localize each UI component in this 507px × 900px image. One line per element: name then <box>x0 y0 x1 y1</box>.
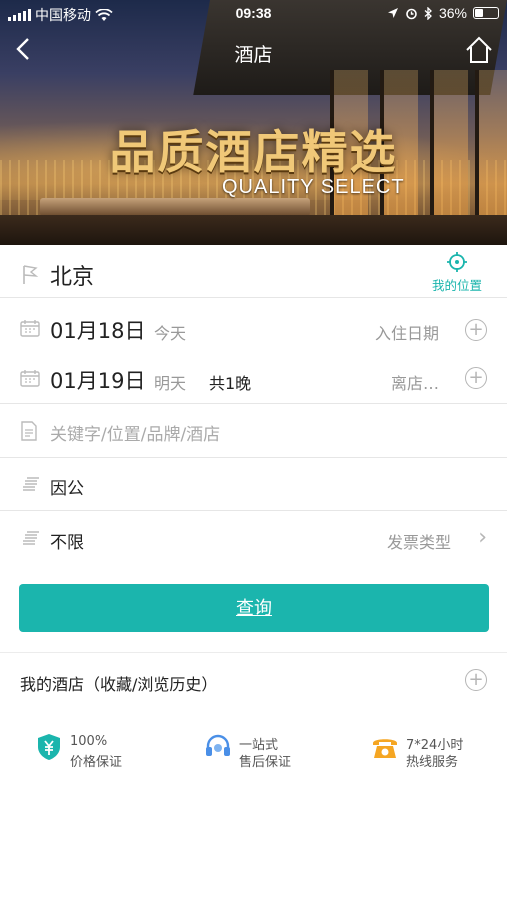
checkin-plus-icon[interactable]: + <box>465 319 487 341</box>
invoice-row[interactable]: 不限 发票类型 › <box>0 511 507 565</box>
checkin-date[interactable]: 01月18日 <box>50 315 145 345</box>
checkout-row[interactable]: 01月19日 明天 共1晚 离店… + <box>0 352 507 402</box>
chevron-right-icon[interactable]: › <box>478 525 487 550</box>
banner-headline: 品质酒店精选 <box>109 125 398 179</box>
nights-count: 共1晚 <box>209 374 252 393</box>
bluetooth-icon <box>424 6 432 20</box>
city-row[interactable]: 北京 我的位置 <box>0 245 507 298</box>
flag-icon <box>23 265 39 284</box>
invoice-label: 发票类型 <box>386 533 451 552</box>
alarm-icon <box>406 8 417 19</box>
status-bar: 中国移动 09:38 36% <box>0 0 507 28</box>
invoice-value[interactable]: 不限 <box>50 528 84 553</box>
my-hotels-plus-icon[interactable]: + <box>465 669 487 691</box>
page-title: 酒店 <box>234 44 273 66</box>
banner-subline: QUALITY SELECT <box>222 176 405 198</box>
checkout-date[interactable]: 01月19日 <box>50 365 145 395</box>
checkin-label: 入住日期 <box>374 324 439 343</box>
headset-icon <box>206 734 230 756</box>
home-icon[interactable] <box>461 32 497 68</box>
keyword-row[interactable]: 关键字/位置/品牌/酒店 <box>0 404 507 458</box>
status-right: 36% <box>387 5 499 21</box>
my-location-button[interactable]: 我的位置 <box>429 251 485 294</box>
coins-icon <box>23 477 39 491</box>
battery-percent: 36% <box>438 5 467 21</box>
checkout-label: 离店… <box>390 374 439 393</box>
search-button[interactable]: 查询 <box>19 584 489 632</box>
feature-line2: 热线服务 <box>406 755 459 770</box>
battery-icon <box>473 7 499 19</box>
my-hotels-row[interactable]: 我的酒店（收藏/浏览历史） + <box>0 653 507 707</box>
travel-purpose-row[interactable]: 因公 <box>0 458 507 511</box>
travel-purpose-value[interactable]: 因公 <box>50 474 84 499</box>
checkin-relative: 今天 <box>154 324 187 343</box>
crosshair-icon <box>447 252 467 272</box>
checkout-plus-icon[interactable]: + <box>465 367 487 389</box>
feature-line1: 100% <box>70 734 108 749</box>
feature-strip: 100% 价格保证 一站式 售后保证 7*24小时 热线服务 <box>0 720 507 780</box>
feature-line2: 价格保证 <box>70 755 123 770</box>
city-name[interactable]: 北京 <box>50 259 94 291</box>
nav-bar: 酒店 <box>0 30 507 74</box>
keyword-input[interactable]: 关键字/位置/品牌/酒店 <box>50 420 220 445</box>
location-arrow-icon <box>387 8 398 18</box>
hero-banner: 品质酒店精选 QUALITY SELECT 中国移动 09:38 36% 酒店 <box>0 0 507 245</box>
banner-table <box>40 198 310 216</box>
price-shield-icon <box>38 734 60 760</box>
date-section: 01月18日 今天 入住日期 + 01月19日 明天 共1晚 离店… + <box>0 298 507 404</box>
banner-floor <box>0 215 507 245</box>
checkin-row[interactable]: 01月18日 今天 入住日期 + <box>0 302 507 352</box>
feature-line2: 售后保证 <box>239 755 292 770</box>
calendar-icon <box>20 370 40 387</box>
document-icon <box>21 421 37 441</box>
my-location-label: 我的位置 <box>431 278 482 293</box>
telephone-icon <box>373 739 397 758</box>
coins-icon <box>23 531 39 545</box>
calendar-icon <box>20 320 40 337</box>
checkout-relative: 明天 <box>154 374 187 393</box>
my-hotels-label: 我的酒店（收藏/浏览历史） <box>20 675 218 694</box>
